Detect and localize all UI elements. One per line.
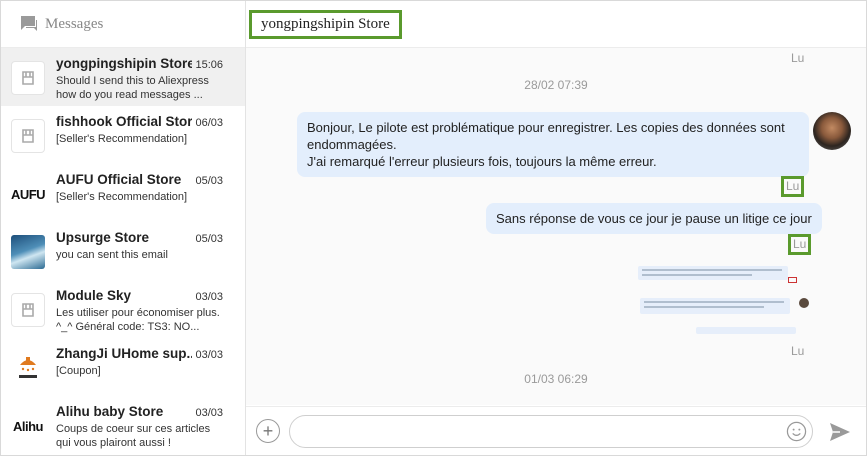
chat-header: yongpingshipin Store: [246, 1, 866, 48]
conversation-time: 05/03: [195, 175, 223, 187]
messenger-window: Messages yongpingshipin Store 15:06 Shou…: [0, 0, 867, 456]
conversation-name: Alihu baby Store: [56, 404, 164, 419]
conversation-list: yongpingshipin Store 15:06 Should I send…: [1, 48, 245, 454]
conversation-time: 06/03: [195, 117, 223, 129]
conversation-time: 03/03: [195, 407, 223, 419]
conversation-sidebar: Messages yongpingshipin Store 15:06 Shou…: [1, 1, 246, 455]
read-receipt: Lu: [791, 344, 805, 358]
read-receipt: Lu: [791, 51, 805, 65]
conversation-item[interactable]: fishhook Official Store 06/03 [Seller's …: [1, 106, 245, 164]
emoji-icon[interactable]: [786, 421, 807, 442]
conversation-time: 05/03: [195, 233, 223, 245]
wave-image: [11, 235, 45, 269]
read-receipt: Lu: [788, 234, 812, 255]
conversation-item[interactable]: Upsurge Store 05/03 you can sent this em…: [1, 222, 245, 280]
sidebar-header: Messages: [1, 1, 245, 48]
shop-icon: [11, 61, 45, 95]
conversation-item[interactable]: Module Sky 03/03 Les utiliser pour écono…: [1, 280, 245, 338]
messages-icon: [21, 16, 37, 31]
avatar: [11, 351, 45, 385]
image-attachment[interactable]: [636, 261, 811, 339]
send-icon[interactable]: [828, 420, 852, 444]
conversation-name: ZhangJi UHome sup...: [56, 346, 192, 361]
add-attachment-button[interactable]: +: [256, 419, 280, 443]
chat-title: yongpingshipin Store: [249, 9, 402, 39]
conversation-name: AUFU Official Store: [56, 172, 182, 187]
message-bubble: Bonjour, Le pilote est problématique pou…: [297, 112, 809, 177]
conversation-preview: you can sent this email: [56, 249, 168, 261]
avatar: [11, 235, 45, 269]
conversation-preview: Should I send this to Aliexpress how do …: [56, 75, 209, 101]
date-separator: 01/03 06:29: [524, 372, 588, 386]
conversation-preview: [Seller's Recommendation]: [56, 191, 188, 203]
conversation-item[interactable]: yongpingshipin Store 15:06 Should I send…: [1, 48, 245, 106]
read-receipt: Lu: [781, 176, 805, 197]
sidebar-title: Messages: [45, 15, 104, 32]
message-area[interactable]: Lu 28/02 07:39 Bonjour, Le pilote est pr…: [246, 48, 866, 405]
conversation-item[interactable]: AUFU AUFU Official Store 05/03 [Seller's…: [1, 164, 245, 222]
shop-icon: [11, 119, 45, 153]
avatar: AUFU: [10, 177, 46, 211]
alihu-logo: Alihu: [13, 418, 44, 434]
message-bubble: Sans réponse de vous ce jour je pause un…: [486, 203, 822, 234]
conversation-name: yongpingshipin Store: [56, 56, 192, 71]
user-avatar: [813, 112, 851, 150]
aufu-logo: AUFU: [10, 186, 46, 202]
conversation-item[interactable]: ZhangJi UHome sup... 03/03 [Coupon]: [1, 338, 245, 396]
conversation-preview: Les utiliser pour économiser plus. ^_^ G…: [56, 307, 220, 333]
conversation-preview: Coups de coeur sur ces articles qui vous…: [56, 423, 211, 449]
avatar: [11, 293, 45, 327]
chat-panel: yongpingshipin Store Lu 28/02 07:39 Bonj…: [246, 1, 866, 455]
shop-icon: [11, 293, 45, 327]
avatar: [11, 61, 45, 95]
conversation-preview: [Coupon]: [56, 365, 101, 377]
plus-icon: +: [262, 421, 274, 441]
avatar: Alihu: [11, 409, 45, 443]
composer: +: [246, 406, 866, 455]
conversation-preview: [Seller's Recommendation]: [56, 133, 188, 145]
date-separator: 28/02 07:39: [524, 78, 588, 92]
conversation-item[interactable]: Alihu Alihu baby Store 03/03 Coups de co…: [1, 396, 245, 454]
conversation-time: 03/03: [195, 349, 223, 361]
conversation-name: Module Sky: [56, 288, 132, 303]
conversation-time: 03/03: [195, 291, 223, 303]
avatar: [11, 119, 45, 153]
conversation-name: fishhook Official Store: [56, 114, 192, 129]
shower-logo: [19, 357, 37, 378]
message-input[interactable]: [289, 415, 813, 448]
conversation-name: Upsurge Store: [56, 230, 150, 245]
conversation-time: 15:06: [195, 59, 223, 71]
